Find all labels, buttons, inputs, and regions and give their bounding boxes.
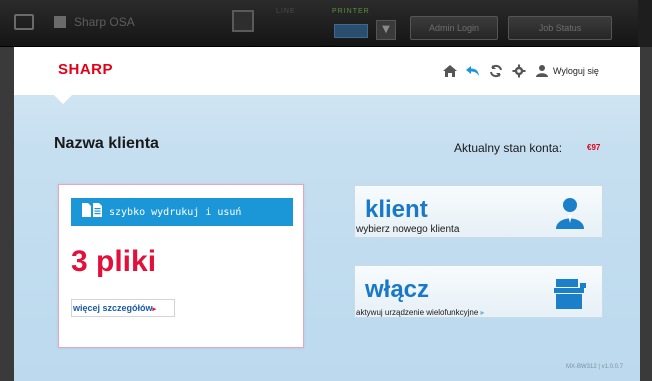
device-app-title: Sharp OSA [74, 15, 135, 29]
documents-icon [81, 202, 103, 222]
printer-led-indicator: PRINTER [332, 8, 370, 15]
system-icon[interactable] [14, 14, 34, 30]
app-area: SHARP Wyloguj się Nazwa klienta Aktualny… [14, 47, 640, 381]
logout-link[interactable]: Wyloguj się [553, 66, 599, 76]
app-icon [54, 16, 66, 28]
tile-subtitle-client: wybierz nowego klienta [356, 224, 460, 235]
user-icon[interactable] [532, 61, 552, 81]
more-details-arrow: ▸ [152, 306, 157, 313]
device-top-bar: Sharp OSA LINE PRINTER ▼ Admin Login Job… [0, 0, 652, 47]
header-icons: Wyloguj się [440, 60, 599, 82]
printer-icon [554, 279, 586, 309]
line-led-indicator: LINE [276, 8, 296, 15]
mode-indicator [334, 24, 368, 38]
tile-title-activate: włącz [365, 276, 430, 303]
header-notch [54, 95, 72, 104]
quick-print-label: szybko wydrukuj i usuń [109, 206, 242, 218]
tile-arrow: ▸ [480, 308, 485, 317]
app-header: SHARP Wyloguj się [14, 47, 640, 104]
device-edge [638, 0, 652, 47]
select-client-tile[interactable]: klient wybierz nowego klienta [354, 185, 603, 238]
account-balance-label: Aktualny stan konta: [454, 141, 563, 155]
tile-title-client: klient [365, 196, 428, 223]
back-icon[interactable] [463, 61, 483, 81]
more-details-label: więcej szczegółów [73, 303, 153, 313]
activate-device-tile[interactable]: włącz aktywuj urządzenie wielofunkcyjne … [354, 265, 603, 318]
gear-icon[interactable] [509, 61, 529, 81]
sharp-logo: SHARP [58, 61, 114, 78]
quick-print-card: szybko wydrukuj i usuń 3 pliki więcej sz… [58, 184, 304, 348]
more-details-link[interactable]: więcej szczegółów▸ [71, 299, 175, 317]
home-icon[interactable] [440, 61, 460, 81]
version-label: MX-BW312 | v1.0.0.7 [566, 364, 623, 370]
user-icon [556, 198, 584, 229]
chevron-down-icon[interactable]: ▼ [376, 20, 396, 40]
admin-login-button[interactable]: Admin Login [410, 16, 498, 40]
quick-print-delete-button[interactable]: szybko wydrukuj i usuń [71, 198, 293, 226]
tile-subtitle-activate-text: aktywuj urządzenie wielofunkcyjne [356, 308, 479, 317]
job-status-button[interactable]: Job Status [508, 16, 612, 40]
files-count: 3 pliki [71, 245, 157, 278]
client-name-label: Nazwa klienta [54, 135, 159, 152]
keyboard-icon[interactable] [232, 10, 254, 32]
tile-subtitle-activate: aktywuj urządzenie wielofunkcyjne ▸ [356, 308, 485, 317]
account-balance-value: €97 [587, 143, 601, 152]
refresh-icon[interactable] [486, 61, 506, 81]
